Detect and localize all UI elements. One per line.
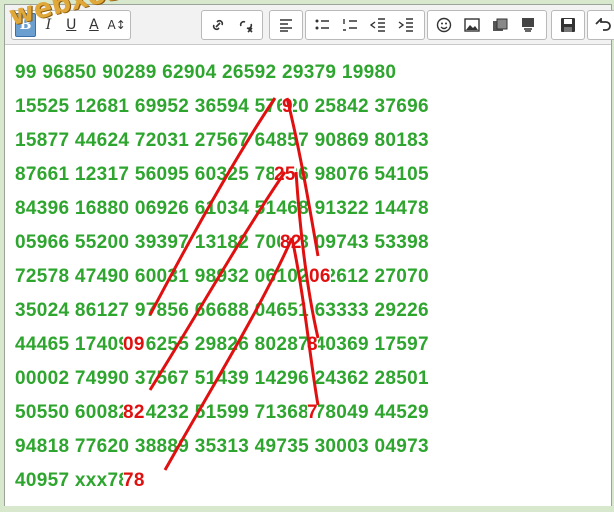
handwritten-trace-lines [148,97,320,471]
